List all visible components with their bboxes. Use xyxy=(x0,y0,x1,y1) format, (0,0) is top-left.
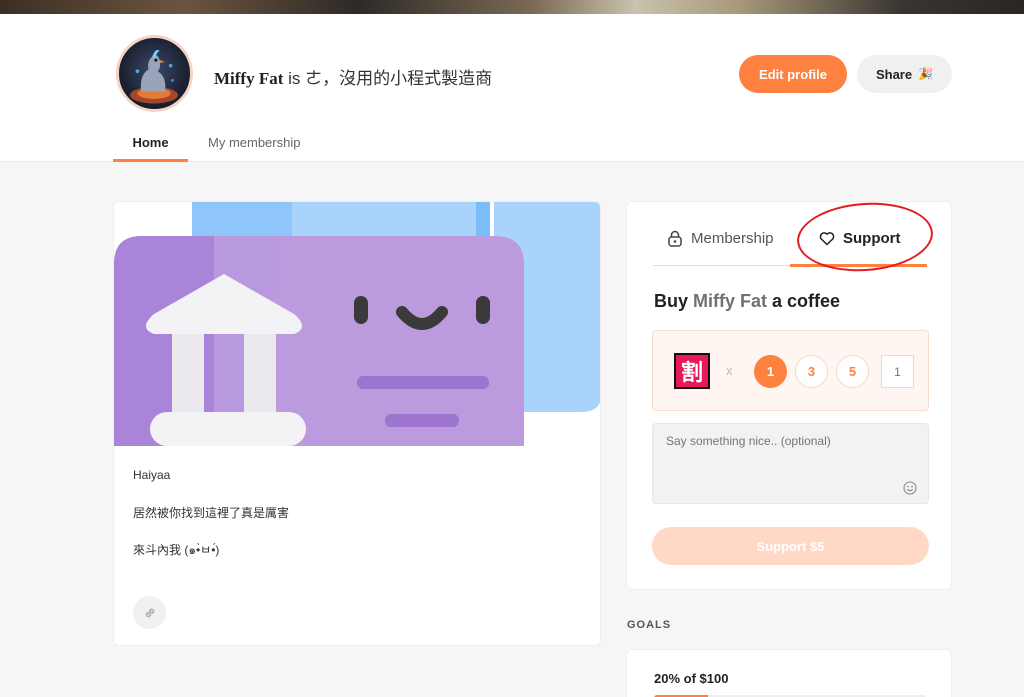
creator-tagline: is ㄜ，沒用的小程式製造商 xyxy=(283,69,493,88)
post-line-2: 居然被你找到這裡了真是厲害 xyxy=(133,506,290,520)
avatar[interactable] xyxy=(116,35,193,112)
quantity-selector: 割 x 1 3 5 xyxy=(652,330,929,411)
share-button[interactable]: Share 🎉 xyxy=(857,55,952,93)
lock-icon xyxy=(668,230,682,247)
message-input[interactable] xyxy=(652,423,929,504)
copy-link-button[interactable] xyxy=(133,596,166,629)
tab-my-membership[interactable]: My membership xyxy=(208,135,300,150)
edit-profile-button[interactable]: Edit profile xyxy=(739,55,847,93)
post-card: Haiyaa 居然被你找到這裡了真是厲害 來斗內我 (๑•̀ㅂ•́) xyxy=(113,201,601,646)
buy-coffee-heading: Buy Miffy Fat a coffee xyxy=(654,291,840,312)
support-submit-button[interactable]: Support $5 xyxy=(652,527,929,565)
cover-image xyxy=(0,0,1024,14)
emoji-icon[interactable] xyxy=(903,481,917,495)
link-icon xyxy=(145,608,154,617)
goal-progress-text: 20% of $100 xyxy=(654,671,729,686)
post-line-3: 來斗內我 (๑•̀ㅂ•́) xyxy=(133,543,220,557)
times-sign: x xyxy=(726,363,733,378)
party-popper-icon: 🎉 xyxy=(918,67,934,81)
quantity-option-5[interactable]: 5 xyxy=(836,355,869,388)
creator-name: Miffy Fat xyxy=(214,69,284,88)
tab-membership[interactable]: Membership xyxy=(667,230,774,247)
profile-header: Miffy Fat is ㄜ，沒用的小程式製造商 Edit profile Sh… xyxy=(0,14,1024,162)
buy-prefix: Buy xyxy=(654,291,694,311)
coffee-item-icon: 割 xyxy=(674,353,710,389)
goal-card: 20% of $100 xyxy=(626,649,952,697)
profile-title: Miffy Fat is ㄜ，沒用的小程式製造商 xyxy=(214,64,492,89)
quantity-option-1[interactable]: 1 xyxy=(754,355,787,388)
custom-quantity-input[interactable] xyxy=(881,355,914,388)
tab-membership-label: Membership xyxy=(691,230,774,247)
buy-suffix: a coffee xyxy=(767,291,841,311)
quantity-option-3[interactable]: 3 xyxy=(795,355,828,388)
post-illustration xyxy=(114,202,600,446)
post-line-1: Haiyaa xyxy=(133,468,171,482)
goals-heading: GOALS xyxy=(627,619,672,631)
buy-name: Miffy Fat xyxy=(693,291,768,311)
share-label: Share xyxy=(875,66,913,82)
tab-home[interactable]: Home xyxy=(113,135,188,162)
